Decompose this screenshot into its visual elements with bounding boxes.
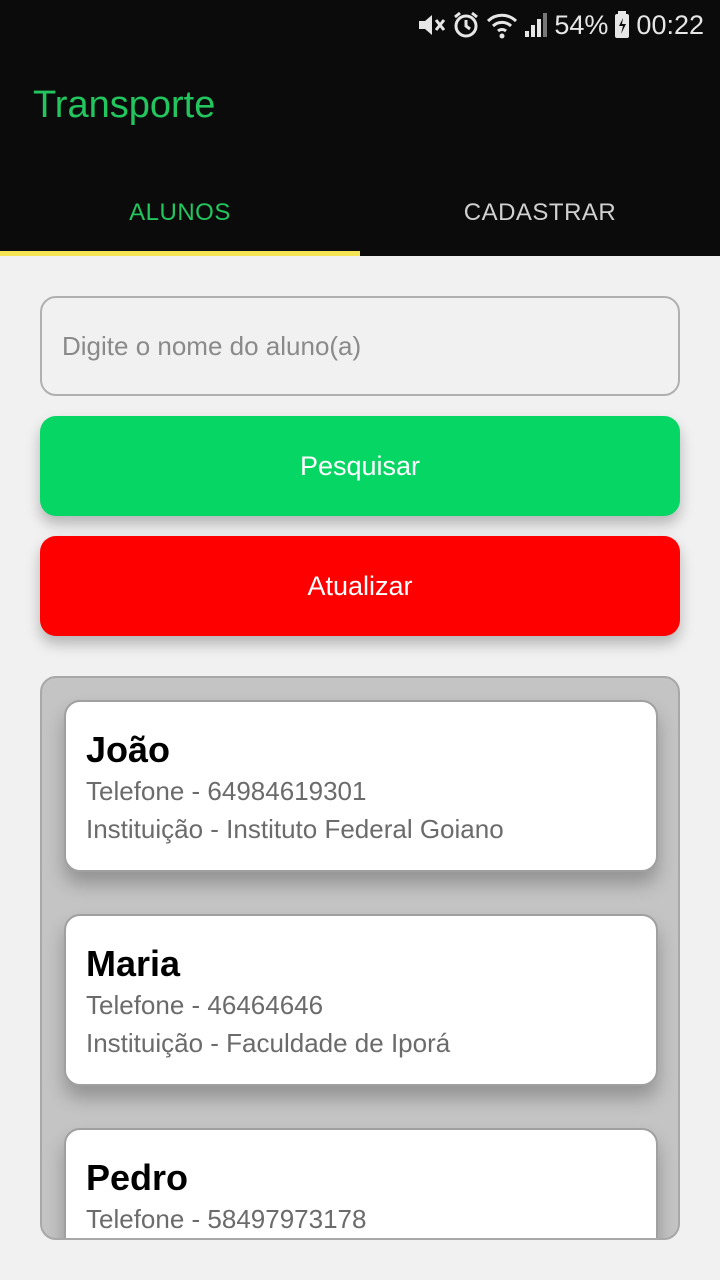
tab-cadastrar[interactable]: CADASTRAR <box>360 170 720 256</box>
clock: 00:22 <box>636 9 704 40</box>
student-institution: Instituição - Faculdade de Iporá <box>86 1028 451 1058</box>
list-item[interactable]: João Telefone - 64984619301 Instituição … <box>64 700 658 872</box>
tab-alunos[interactable]: ALUNOS <box>0 170 360 256</box>
student-phone: Telefone - 58497973178 <box>86 1204 367 1234</box>
student-phone: Telefone - 64984619301 <box>86 776 367 806</box>
student-institution: Instituição - Instituto Federal Goiano <box>86 814 504 844</box>
tab-bar: ALUNOS CADASTRAR <box>0 170 720 256</box>
app-bar: Transporte <box>0 50 720 170</box>
search-button[interactable]: Pesquisar <box>40 416 680 516</box>
app-screen: 54% 00:22 Transporte ALUNOS CADASTRAR Pe… <box>0 0 720 1280</box>
battery-icon <box>614 11 630 39</box>
wifi-icon <box>486 11 518 39</box>
student-name: Pedro <box>86 1157 189 1198</box>
student-list[interactable]: João Telefone - 64984619301 Instituição … <box>40 676 680 1240</box>
alarm-icon <box>452 11 480 39</box>
list-item[interactable]: Maria Telefone - 46464646 Instituição - … <box>64 914 658 1086</box>
status-bar: 54% 00:22 <box>0 0 720 50</box>
app-title: Transporte <box>33 84 216 126</box>
refresh-button[interactable]: Atualizar <box>40 536 680 636</box>
signal-icon <box>524 11 548 39</box>
student-name-search-input[interactable] <box>40 296 680 396</box>
battery-percent: 54% <box>554 9 609 40</box>
student-name: Maria <box>86 943 181 984</box>
mute-icon <box>416 11 446 39</box>
student-name: João <box>86 729 171 770</box>
list-item[interactable]: Pedro Telefone - 58497973178 <box>64 1128 658 1238</box>
student-phone: Telefone - 46464646 <box>86 990 324 1020</box>
